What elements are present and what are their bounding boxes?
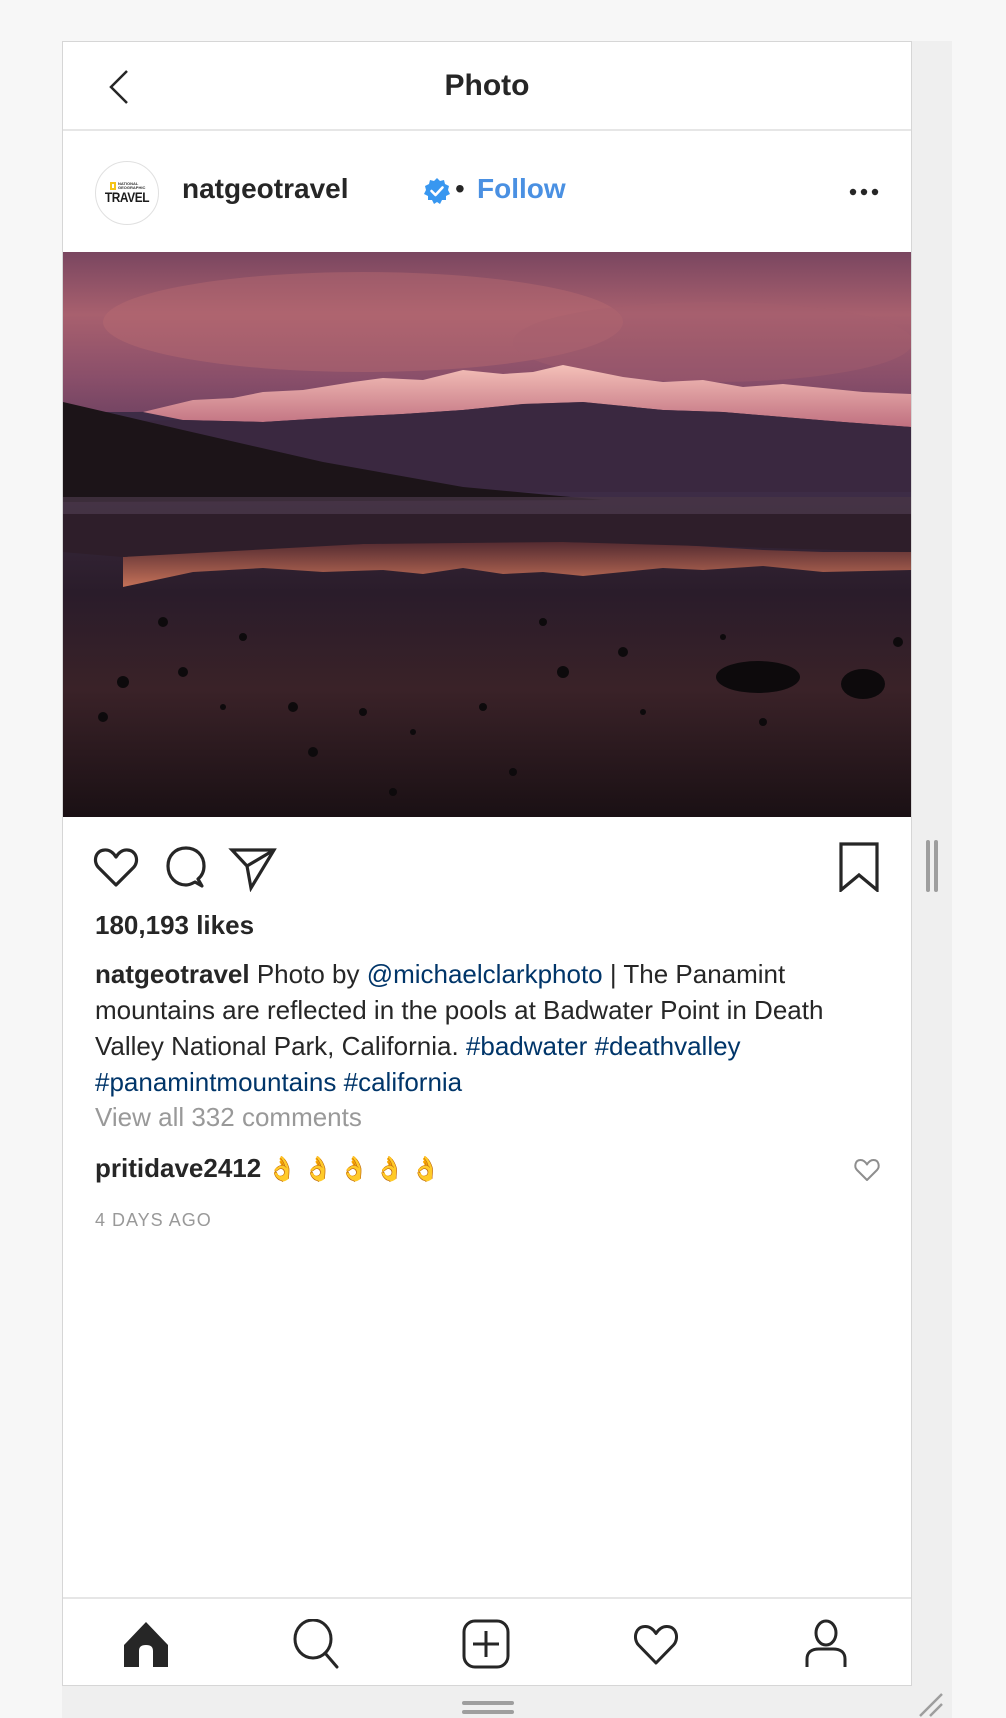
like-button[interactable] (91, 842, 141, 892)
landscape-photo (63, 252, 911, 817)
post-header: NATIONAL GEOGRAPHIC TRAVEL natgeotravel … (63, 133, 911, 252)
home-icon (124, 1622, 168, 1667)
save-button[interactable] (833, 842, 883, 892)
follow-button[interactable]: Follow (477, 173, 566, 205)
user-icon (805, 1619, 847, 1667)
separator-dot: • (455, 173, 465, 204)
comment-button[interactable] (159, 842, 209, 892)
heart-icon (633, 1624, 679, 1665)
nav-activity[interactable] (631, 1619, 681, 1669)
comment-text: 👌👌👌👌👌 (267, 1156, 447, 1183)
mobile-viewport: Photo NATIONAL GEOGRAPHIC TRAVEL natgeot… (62, 41, 912, 1686)
resize-corner-icon (919, 1693, 943, 1717)
nav-home[interactable] (121, 1619, 171, 1669)
chevron-left-icon (109, 70, 128, 104)
view-all-comments-link[interactable]: View all 332 comments (95, 1102, 362, 1133)
comment-like-button[interactable] (853, 1157, 881, 1183)
comment-icon (166, 846, 206, 888)
post-photo[interactable] (63, 252, 911, 817)
nav-profile[interactable] (801, 1619, 851, 1669)
hashtag[interactable]: #california (344, 1067, 463, 1097)
post-actions (63, 842, 911, 892)
post-caption: natgeotravel Photo by @michaelclarkphoto… (95, 956, 885, 1100)
avatar-logo-main-text: TRAVEL (104, 188, 150, 205)
heart-icon (854, 1159, 880, 1181)
nav-new-post[interactable] (461, 1619, 511, 1669)
comment-username[interactable]: pritidave2412 (95, 1153, 261, 1183)
paper-plane-icon (228, 848, 277, 892)
grip-horizontal-icon (462, 1701, 514, 1714)
avatar[interactable]: NATIONAL GEOGRAPHIC TRAVEL (95, 161, 159, 225)
hashtag[interactable]: #badwater (466, 1031, 587, 1061)
caption-mention[interactable]: @michaelclarkphoto (367, 959, 603, 989)
caption-text-1: Photo by (249, 959, 367, 989)
more-options-button[interactable] (848, 185, 880, 199)
resize-grip[interactable] (918, 1692, 944, 1718)
hashtag[interactable]: #panamintmountains (95, 1067, 336, 1097)
hashtag[interactable]: #deathvalley (595, 1031, 741, 1061)
more-horizontal-icon (849, 188, 879, 196)
heart-icon (93, 848, 139, 887)
back-button[interactable] (105, 67, 135, 107)
likes-count[interactable]: 180,193 likes (95, 910, 254, 941)
top-header: Photo (63, 42, 911, 131)
bookmark-icon (839, 842, 879, 892)
grip-vertical-icon (926, 840, 938, 892)
bottom-navigation (63, 1597, 911, 1685)
verified-badge-icon (424, 178, 450, 204)
scrollbar-handle[interactable] (926, 840, 938, 892)
page-title: Photo (444, 68, 530, 102)
nav-search[interactable] (291, 1619, 341, 1669)
caption-username[interactable]: natgeotravel (95, 959, 250, 989)
account-username[interactable]: natgeotravel (182, 173, 349, 205)
post-timestamp: 4 DAYS AGO (95, 1210, 212, 1230)
comment-item: pritidave2412 👌👌👌👌👌 (95, 1153, 885, 1193)
plus-square-icon (462, 1619, 510, 1669)
drag-handle[interactable] (462, 1701, 514, 1715)
search-icon (293, 1619, 339, 1669)
share-button[interactable] (227, 842, 277, 892)
